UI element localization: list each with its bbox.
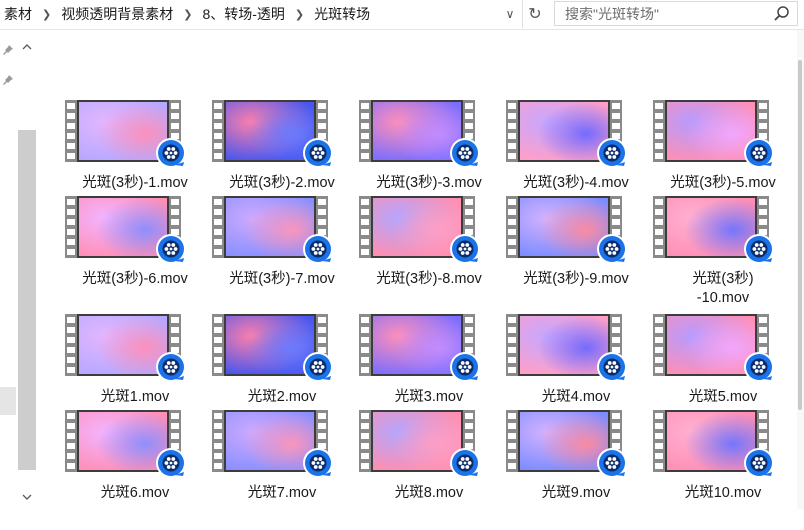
breadcrumb[interactable]: 素材 ❯ 视频透明背景素材 ❯ 8、转场-透明 ❯ 光斑转场 <box>0 0 524 28</box>
search-icon[interactable] <box>773 5 791 23</box>
file-grid: 光斑(3秒)-1.mov 光斑(3秒)-2.mov 光斑(3秒)-3.mov 光斑(3… <box>38 30 796 509</box>
file-name: 光斑(3秒)-9.mov <box>523 271 629 287</box>
video-thumbnail[interactable] <box>65 100 205 170</box>
video-player-icon <box>450 138 480 168</box>
navigation-pane <box>0 30 38 509</box>
chevron-down-icon[interactable]: ∨ <box>500 0 520 28</box>
video-thumbnail[interactable] <box>212 410 352 480</box>
video-thumbnail[interactable] <box>212 196 352 266</box>
file-name: 光斑8.mov <box>394 485 464 501</box>
video-player-icon <box>303 352 333 382</box>
video-player-icon <box>156 138 186 168</box>
file-item[interactable]: 光斑6.mov <box>65 410 205 530</box>
video-thumbnail[interactable] <box>359 314 499 384</box>
video-thumbnail[interactable] <box>653 196 793 266</box>
file-item[interactable]: 光斑10.mov <box>653 410 793 530</box>
file-name: 光斑(3秒)-8.mov <box>376 271 482 287</box>
video-thumbnail[interactable] <box>359 410 499 480</box>
video-thumbnail[interactable] <box>212 314 352 384</box>
breadcrumb-item[interactable]: 8、转场-透明 <box>198 4 288 24</box>
file-name: 光斑(3秒)-2.mov <box>229 175 335 191</box>
video-thumbnail[interactable] <box>653 314 793 384</box>
video-player-icon <box>303 138 333 168</box>
file-item[interactable]: 光斑(3秒) -10.mov <box>653 196 793 316</box>
video-player-icon <box>744 234 774 264</box>
video-player-icon <box>156 448 186 478</box>
file-name: 光斑9.mov <box>541 485 611 501</box>
file-item[interactable]: 光斑9.mov <box>506 410 646 530</box>
video-thumbnail[interactable] <box>506 314 646 384</box>
file-item[interactable]: 光斑(3秒)-7.mov <box>212 196 352 316</box>
search-placeholder: 搜索"光斑转场" <box>565 5 659 22</box>
video-thumbnail[interactable] <box>359 196 499 266</box>
nav-selected-item[interactable] <box>0 387 16 415</box>
video-player-icon <box>156 234 186 264</box>
refresh-icon[interactable]: ↻ <box>522 0 547 28</box>
video-thumbnail[interactable] <box>506 196 646 266</box>
search-input[interactable]: 搜索"光斑转场" <box>554 1 798 26</box>
video-thumbnail[interactable] <box>65 410 205 480</box>
chevron-right-icon[interactable]: ❯ <box>177 8 198 21</box>
breadcrumb-item-current[interactable]: 光斑转场 <box>310 4 374 24</box>
file-name: 光斑6.mov <box>100 485 170 501</box>
video-player-icon <box>450 234 480 264</box>
file-item[interactable]: 光斑(3秒)-6.mov <box>65 196 205 316</box>
video-thumbnail[interactable] <box>65 196 205 266</box>
file-name: 光斑(3秒)-5.mov <box>670 175 776 191</box>
file-name: 光斑(3秒)-1.mov <box>82 175 188 191</box>
video-thumbnail[interactable] <box>653 410 793 480</box>
file-name: 光斑10.mov <box>684 485 762 501</box>
file-name: 光斑(3秒)-3.mov <box>376 175 482 191</box>
file-name: 光斑(3秒)-6.mov <box>82 271 188 287</box>
video-player-icon <box>450 448 480 478</box>
scroll-up-button[interactable] <box>18 38 36 56</box>
video-player-icon <box>744 138 774 168</box>
video-player-icon <box>744 448 774 478</box>
video-player-icon <box>303 448 333 478</box>
file-name: 光斑2.mov <box>247 389 317 405</box>
chevron-right-icon[interactable]: ❯ <box>36 8 57 21</box>
video-thumbnail[interactable] <box>65 314 205 384</box>
file-item[interactable]: 光斑(3秒)-9.mov <box>506 196 646 316</box>
breadcrumb-item[interactable]: 素材 <box>0 4 36 24</box>
scroll-down-button[interactable] <box>18 488 36 506</box>
file-name: 光斑(3秒)-4.mov <box>523 175 629 191</box>
video-player-icon <box>450 352 480 382</box>
scrollbar-thumb[interactable] <box>798 60 802 410</box>
video-player-icon <box>744 352 774 382</box>
file-name: 光斑7.mov <box>247 485 317 501</box>
file-name: 光斑3.mov <box>394 389 464 405</box>
file-item[interactable]: 光斑7.mov <box>212 410 352 530</box>
file-name: 光斑(3秒)-7.mov <box>229 271 335 287</box>
video-player-icon <box>597 448 627 478</box>
file-name: 光斑(3秒) -10.mov <box>692 271 754 306</box>
video-player-icon <box>597 138 627 168</box>
address-toolbar: 素材 ❯ 视频透明背景素材 ❯ 8、转场-透明 ❯ 光斑转场 ∨ ↻ 搜索"光斑… <box>0 0 804 30</box>
file-name: 光斑1.mov <box>100 389 170 405</box>
video-player-icon <box>303 234 333 264</box>
file-item[interactable]: 光斑8.mov <box>359 410 499 530</box>
file-name: 光斑5.mov <box>688 389 758 405</box>
video-thumbnail[interactable] <box>506 100 646 170</box>
pin-icon[interactable] <box>2 44 14 56</box>
breadcrumb-item[interactable]: 视频透明背景素材 <box>57 4 177 24</box>
video-thumbnail[interactable] <box>212 100 352 170</box>
file-name: 光斑4.mov <box>541 389 611 405</box>
scrollbar-thumb[interactable] <box>18 130 36 470</box>
video-player-icon <box>597 352 627 382</box>
video-thumbnail[interactable] <box>653 100 793 170</box>
video-player-icon <box>156 352 186 382</box>
video-player-icon <box>597 234 627 264</box>
file-item[interactable]: 光斑(3秒)-8.mov <box>359 196 499 316</box>
chevron-right-icon[interactable]: ❯ <box>289 8 310 21</box>
video-thumbnail[interactable] <box>506 410 646 480</box>
pin-icon[interactable] <box>2 74 14 86</box>
video-thumbnail[interactable] <box>359 100 499 170</box>
